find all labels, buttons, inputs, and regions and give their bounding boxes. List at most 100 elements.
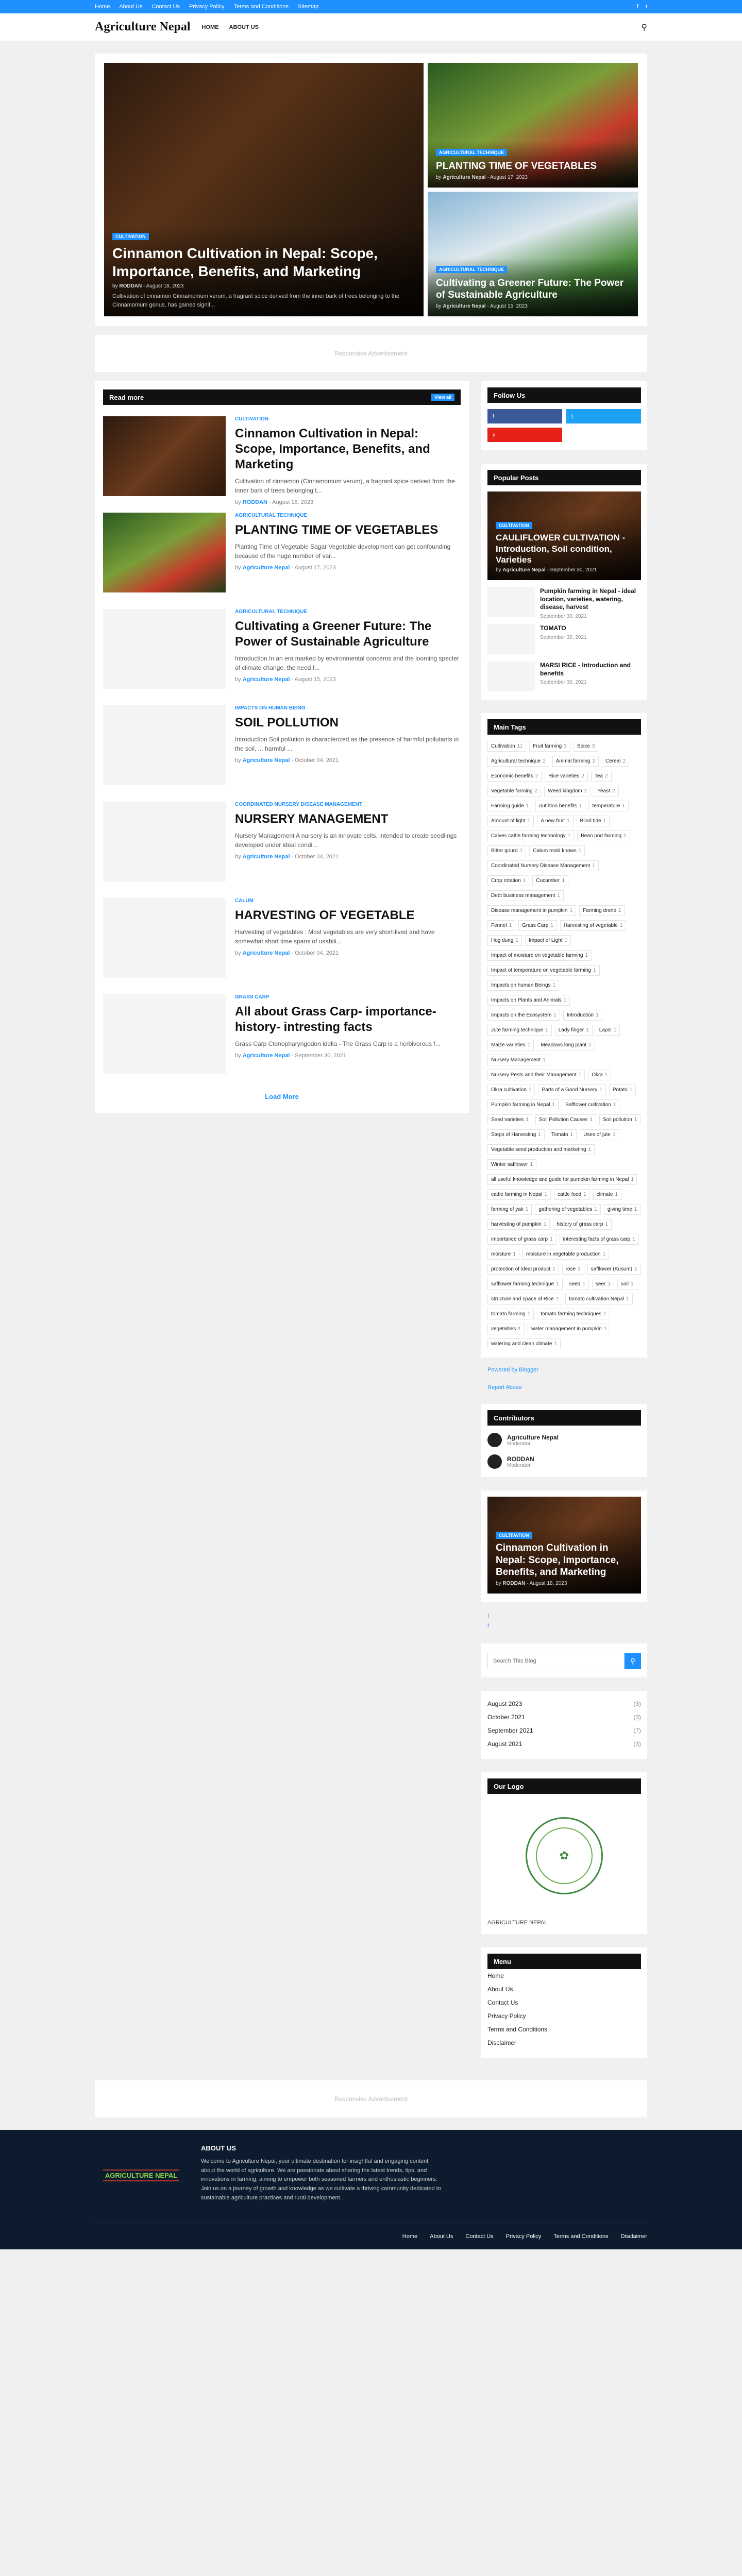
tag-link[interactable]: Grass Carp 1 xyxy=(518,920,557,931)
popular-thumbnail[interactable] xyxy=(487,587,535,617)
tag-link[interactable]: Economic benefits 2 xyxy=(487,771,542,782)
tag-link[interactable]: Meadows long plant 1 xyxy=(537,1040,595,1050)
tag-link[interactable]: Blind tide 1 xyxy=(576,816,610,826)
tag-link[interactable]: Spice 3 xyxy=(573,741,599,752)
tag-link[interactable]: all useful knowledge and guide for pumpk… xyxy=(487,1174,637,1185)
tag-link[interactable]: Hog dung 1 xyxy=(487,935,522,946)
archive-month[interactable]: September 2021 xyxy=(487,1727,533,1734)
popular-title[interactable]: MARSI RICE - Introduction and benefits xyxy=(540,662,641,677)
top-link-privacy[interactable]: Privacy Policy xyxy=(189,4,224,10)
site-logo[interactable]: Agriculture Nepal xyxy=(95,20,191,34)
top-link-about[interactable]: About Us xyxy=(119,4,142,10)
tag-link[interactable]: A new fruit 1 xyxy=(537,816,574,826)
tag-link[interactable]: tomato cultivation Nepal 1 xyxy=(565,1294,633,1304)
tag-link[interactable]: Tea 2 xyxy=(591,771,612,782)
tag-link[interactable]: cattle food 1 xyxy=(554,1189,590,1200)
featured-post-label[interactable]: Cultivation xyxy=(496,1531,532,1539)
tag-link[interactable]: Debt business management 1 xyxy=(487,890,564,901)
tag-link[interactable]: Steps of Harvesting 1 xyxy=(487,1129,545,1140)
tag-link[interactable]: Calum mold knows 1 xyxy=(529,845,585,856)
nav-home[interactable]: HOME xyxy=(202,24,219,30)
tag-link[interactable]: seer 1 xyxy=(592,1279,614,1290)
post-category[interactable]: Agricultural technique xyxy=(235,513,461,518)
post-thumbnail[interactable] xyxy=(103,898,226,978)
post-thumbnail[interactable] xyxy=(103,513,226,592)
tag-link[interactable]: Cultivation 11 xyxy=(487,741,527,752)
post-thumbnail[interactable] xyxy=(103,609,226,689)
tag-link[interactable]: Nursery Management 1 xyxy=(487,1055,549,1065)
tag-link[interactable]: protection of ideal product 1 xyxy=(487,1264,559,1275)
featured-small-1-label[interactable]: Agricultural technique xyxy=(436,149,508,157)
popular-thumbnail[interactable] xyxy=(487,624,535,654)
tag-link[interactable]: moisture 1 xyxy=(487,1249,519,1260)
tag-link[interactable]: Okra cultivation 1 xyxy=(487,1084,535,1095)
powered-by-blogger-link[interactable]: Powered by Blogger xyxy=(487,1367,538,1373)
tag-link[interactable]: Crop rotation 1 xyxy=(487,875,530,886)
tag-link[interactable]: Disease management in pumpkin 1 xyxy=(487,905,576,916)
featured-main-title[interactable]: Cinnamon Cultivation in Nepal: Scope, Im… xyxy=(112,244,415,280)
popular-featured-label[interactable]: Cultivation xyxy=(496,522,532,530)
post-title[interactable]: PLANTING TIME OF VEGETABLES xyxy=(235,522,461,538)
tag-link[interactable]: Winter safflower 1 xyxy=(487,1159,537,1170)
contributor[interactable]: Agriculture Nepal Moderator xyxy=(487,1433,641,1447)
tag-link[interactable]: watering and clean climate 1 xyxy=(487,1338,561,1349)
tag-link[interactable]: Cereal 2 xyxy=(602,756,630,767)
search-input[interactable] xyxy=(487,1653,625,1670)
tag-link[interactable]: Soil pollution 1 xyxy=(599,1114,641,1125)
tag-link[interactable]: seed 1 xyxy=(565,1279,589,1290)
facebook-button[interactable]: f xyxy=(487,409,562,423)
facebook-icon[interactable]: f xyxy=(487,1612,641,1621)
tag-link[interactable]: Impact of moisture on vegetable farming 1 xyxy=(487,950,592,961)
featured-post-author[interactable]: RODDAN xyxy=(502,1581,525,1586)
post-title[interactable]: Cinnamon Cultivation in Nepal: Scope, Im… xyxy=(235,426,461,472)
featured-post-card[interactable]: Cultivation Cinnamon Cultivation in Nepa… xyxy=(487,1497,641,1594)
tag-link[interactable]: climate 1 xyxy=(593,1189,622,1200)
tag-link[interactable]: Vegetable seed production and marketing 1 xyxy=(487,1144,595,1155)
archive-item[interactable]: September 2021 (7) xyxy=(487,1724,641,1737)
archive-month[interactable]: August 2023 xyxy=(487,1700,522,1707)
tag-link[interactable]: structure and space of Rice 1 xyxy=(487,1294,563,1304)
archive-month[interactable]: August 2021 xyxy=(487,1740,522,1748)
featured-small-2[interactable]: Agricultural technique Cultivating a Gre… xyxy=(428,192,638,316)
tag-link[interactable]: Pumpkin farming in Nepal 1 xyxy=(487,1099,559,1110)
featured-small-2-author[interactable]: Agriculture Nepal xyxy=(443,303,485,309)
tag-link[interactable]: Weed kingdom 2 xyxy=(544,786,591,796)
tag-link[interactable]: Farming drone 1 xyxy=(579,905,625,916)
tag-link[interactable]: Coordinated Nursery Disease Management 1 xyxy=(487,860,599,871)
featured-small-1-title[interactable]: PLANTING TIME OF VEGETABLES xyxy=(436,160,630,173)
tag-link[interactable]: Uses of jute 1 xyxy=(580,1129,619,1140)
tag-link[interactable]: harvesting of pumpkin 1 xyxy=(487,1219,550,1230)
tag-link[interactable]: nutrition benefits 1 xyxy=(535,801,586,811)
archive-item[interactable]: August 2023 (3) xyxy=(487,1697,641,1710)
tag-link[interactable]: Introduction 1 xyxy=(563,1010,602,1021)
post-author[interactable]: Agriculture Nepal xyxy=(243,950,290,956)
post-category[interactable]: Cultivation xyxy=(235,416,461,422)
footer-link-contact[interactable]: Contact Us xyxy=(465,2233,493,2240)
twitter-icon[interactable]: t xyxy=(487,1621,641,1631)
footer-link-terms[interactable]: Terms and Conditions xyxy=(553,2233,608,2240)
footer-link-disclaimer[interactable]: Disclaimer xyxy=(621,2233,647,2240)
tag-link[interactable]: Amount of light 1 xyxy=(487,816,534,826)
report-abuse-link[interactable]: Report Abuse xyxy=(487,1384,522,1391)
featured-small-2-label[interactable]: Agricultural technique xyxy=(436,265,508,273)
tag-link[interactable]: Animal farming 2 xyxy=(552,756,599,767)
tag-link[interactable]: giving time 1 xyxy=(603,1204,641,1215)
tag-link[interactable]: Bean pod farming 1 xyxy=(577,831,630,841)
tag-link[interactable]: Fennel 1 xyxy=(487,920,516,931)
tag-link[interactable]: gathering of vegetables 1 xyxy=(535,1204,601,1215)
post-author[interactable]: Agriculture Nepal xyxy=(243,1053,290,1059)
facebook-icon[interactable]: f xyxy=(637,4,638,10)
post-category[interactable]: Agricultural technique xyxy=(235,609,461,615)
popular-featured-title[interactable]: CAULIFLOWER CULTIVATION - Introduction, … xyxy=(496,532,633,565)
tag-link[interactable]: Yeast 2 xyxy=(594,786,619,796)
contributor[interactable]: RODDAN Moderator xyxy=(487,1454,641,1469)
footer-logo[interactable]: AGRICULTURE NEPAL xyxy=(95,2144,188,2206)
tag-link[interactable]: tomato farming techniques 1 xyxy=(537,1309,610,1319)
tag-link[interactable]: history of grass carp 1 xyxy=(553,1219,612,1230)
tag-link[interactable]: Tomato 1 xyxy=(547,1129,577,1140)
tag-link[interactable]: Farming guide 1 xyxy=(487,801,533,811)
tag-link[interactable]: Bitter gourd 1 xyxy=(487,845,527,856)
tag-link[interactable]: Okra 1 xyxy=(588,1070,612,1080)
menu-item-terms[interactable]: Terms and Conditions xyxy=(487,2023,641,2036)
tag-link[interactable]: safflower farming technique 1 xyxy=(487,1279,563,1290)
